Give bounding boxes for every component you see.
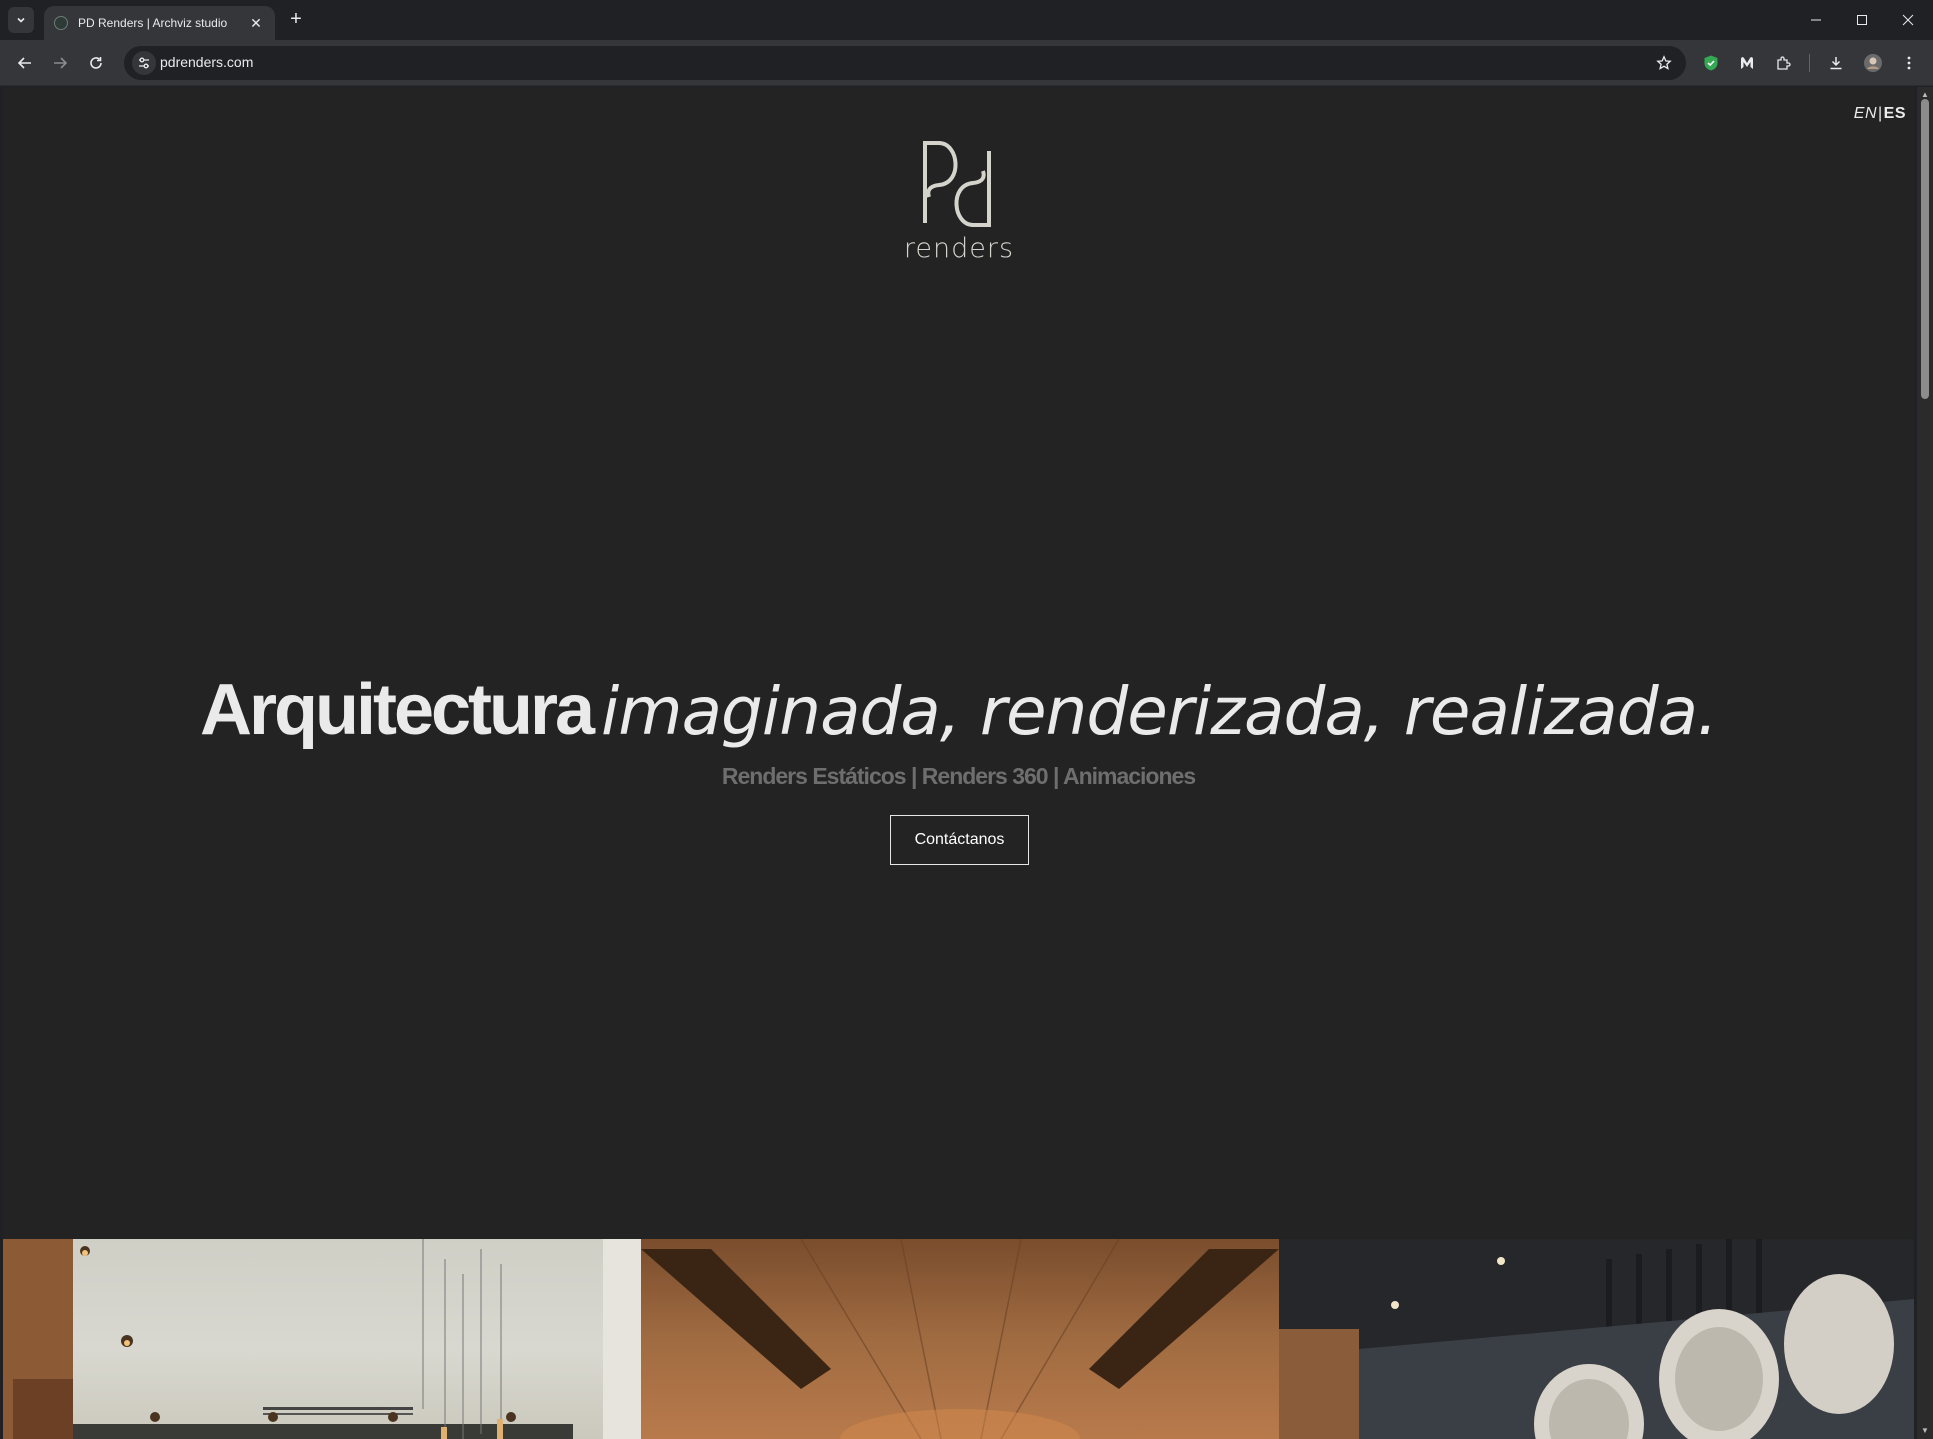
download-icon bbox=[1830, 57, 1842, 70]
web-page: EN|ES renders Arquitectura imaginada, re… bbox=[3, 87, 1914, 1439]
close-window-button[interactable] bbox=[1885, 0, 1931, 40]
render-image bbox=[1279, 1239, 1914, 1439]
site-info-button[interactable] bbox=[132, 51, 156, 75]
lang-separator: | bbox=[1878, 105, 1883, 122]
minimize-icon bbox=[1811, 19, 1821, 21]
maximize-button[interactable] bbox=[1839, 0, 1885, 40]
pd-monogram-icon bbox=[923, 141, 991, 227]
star-icon bbox=[1656, 55, 1672, 70]
browser-toolbar: pdrenders.com bbox=[0, 40, 1933, 86]
close-icon bbox=[1902, 14, 1914, 26]
reload-button[interactable] bbox=[84, 51, 108, 75]
gallery-image-interior-dark[interactable] bbox=[1279, 1239, 1914, 1439]
render-image bbox=[3, 1239, 641, 1439]
avatar-icon bbox=[1864, 54, 1882, 72]
render-gallery bbox=[3, 1239, 1914, 1439]
gallery-image-interior-wood[interactable] bbox=[641, 1239, 1279, 1439]
site-favicon-icon bbox=[54, 16, 68, 30]
toolbar-divider bbox=[1809, 54, 1810, 72]
lang-es-link[interactable]: ES bbox=[1884, 105, 1906, 122]
render-image bbox=[641, 1239, 1279, 1439]
forward-button[interactable] bbox=[48, 51, 72, 75]
headline-bold: Arquitectura bbox=[199, 670, 595, 750]
scroll-down-arrow[interactable]: ▼ bbox=[1920, 1427, 1930, 1435]
maximize-icon bbox=[1857, 15, 1867, 25]
address-bar[interactable]: pdrenders.com bbox=[124, 46, 1686, 80]
tab-strip: PD Renders | Archviz studio ✕ + bbox=[0, 0, 1933, 40]
minimize-button[interactable] bbox=[1793, 0, 1839, 40]
profile-avatar-button[interactable] bbox=[1861, 51, 1885, 75]
close-tab-icon[interactable]: ✕ bbox=[247, 15, 265, 32]
malwarebytes-extension-button[interactable] bbox=[1735, 51, 1759, 75]
tab-title: PD Renders | Archviz studio bbox=[78, 16, 228, 30]
reload-icon bbox=[90, 57, 102, 69]
more-vertical-icon bbox=[1907, 56, 1911, 70]
site-logo[interactable]: renders bbox=[899, 137, 1019, 267]
chevron-down-icon bbox=[17, 17, 25, 23]
arrow-left-icon bbox=[17, 57, 31, 69]
arrow-right-icon bbox=[54, 57, 68, 69]
url-text[interactable]: pdrenders.com bbox=[160, 54, 253, 70]
browser-menu-button[interactable] bbox=[1897, 51, 1921, 75]
shield-icon bbox=[1704, 55, 1718, 71]
scroll-up-arrow[interactable]: ▲ bbox=[1920, 91, 1930, 99]
bookmark-star-button[interactable] bbox=[1652, 51, 1676, 75]
headline-italic: imaginada, renderizada, realizada. bbox=[600, 673, 1718, 750]
services-subline: Renders Estáticos | Renders 360 | Animac… bbox=[721, 763, 1196, 789]
downloads-button[interactable] bbox=[1824, 51, 1848, 75]
logo-wordmark: renders bbox=[903, 233, 1015, 264]
language-switcher: EN|ES bbox=[1854, 105, 1906, 123]
hero-headline: Arquitectura imaginada, renderizada, rea… bbox=[3, 669, 1914, 751]
adblock-extension-button[interactable] bbox=[1699, 51, 1723, 75]
extensions-button[interactable] bbox=[1771, 51, 1795, 75]
lang-en-link[interactable]: EN bbox=[1854, 105, 1877, 122]
gallery-image-interior-white[interactable] bbox=[3, 1239, 641, 1439]
scrollbar-thumb[interactable] bbox=[1921, 99, 1929, 399]
tab-search-button[interactable] bbox=[8, 7, 34, 33]
new-tab-button[interactable]: + bbox=[284, 8, 308, 32]
back-button[interactable] bbox=[13, 51, 37, 75]
tune-icon bbox=[139, 57, 149, 69]
contact-button[interactable]: Contáctanos bbox=[890, 815, 1029, 865]
malwarebytes-icon bbox=[1741, 57, 1753, 69]
browser-tab[interactable]: PD Renders | Archviz studio ✕ bbox=[44, 6, 275, 40]
puzzle-icon bbox=[1777, 56, 1791, 70]
